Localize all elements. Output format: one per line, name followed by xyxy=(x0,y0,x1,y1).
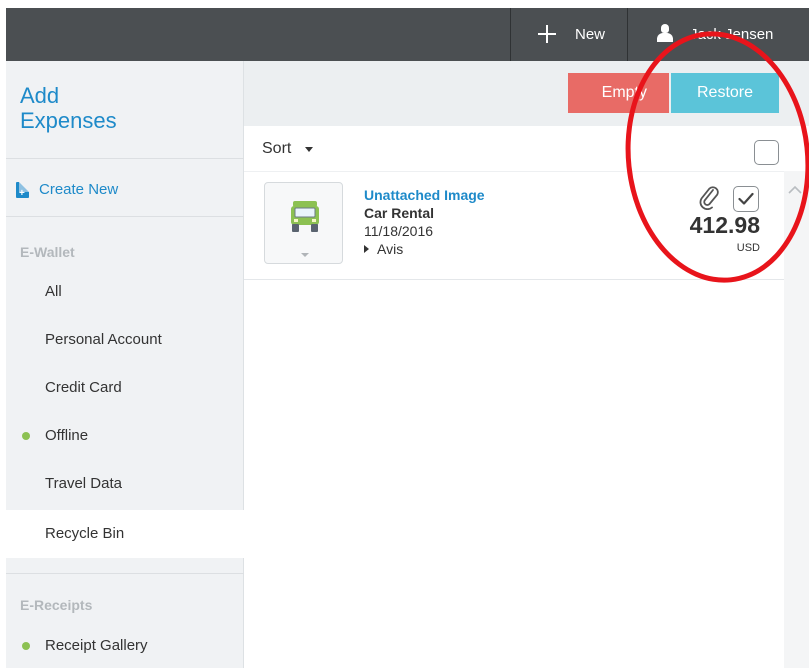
user-menu[interactable]: Jack Jensen xyxy=(634,8,809,61)
expense-date: 11/18/2016 xyxy=(364,223,434,239)
main-panel: Empty Restore Sort Unattached Image Car … xyxy=(244,61,809,668)
vendor-name: Avis xyxy=(377,241,404,257)
sidebar-item-label: Credit Card xyxy=(45,379,122,396)
top-bar: New Jack Jensen xyxy=(6,8,809,61)
sort-label: Sort xyxy=(262,140,292,157)
vendor-toggle[interactable]: Avis xyxy=(364,241,403,257)
sidebar-item-travel-data[interactable]: Travel Data xyxy=(6,460,244,508)
sidebar-item-label: Travel Data xyxy=(45,475,122,492)
caret-down-icon xyxy=(305,146,314,152)
sidebar-item-receipt-gallery[interactable]: Receipt Gallery xyxy=(6,622,244,668)
empty-button[interactable]: Empty xyxy=(568,73,669,113)
image-status-link[interactable]: Unattached Image xyxy=(364,187,485,203)
action-bar: Empty Restore xyxy=(244,61,809,126)
create-new-label: Create New xyxy=(39,181,119,198)
caret-down-icon xyxy=(301,253,309,257)
receipt-thumbnail[interactable] xyxy=(264,182,343,264)
user-name: Jack Jensen xyxy=(690,26,774,43)
ereceipts-heading: E-Receipts xyxy=(20,597,93,613)
status-dot xyxy=(22,642,30,650)
select-all-checkbox[interactable] xyxy=(754,140,779,165)
expense-amount: 412.98 xyxy=(689,212,760,238)
expense-row[interactable]: Unattached Image Car Rental 11/18/2016 A… xyxy=(244,171,784,280)
plus-icon xyxy=(538,25,556,43)
sidebar-item-label: All xyxy=(45,283,62,300)
car-icon xyxy=(291,201,319,232)
scrollbar[interactable] xyxy=(784,171,809,668)
sidebar-item-all[interactable]: All xyxy=(6,268,244,316)
caret-right-icon xyxy=(364,245,369,253)
sort-dropdown[interactable]: Sort xyxy=(262,140,314,158)
sidebar-item-personal-account[interactable]: Personal Account xyxy=(6,316,244,364)
topbar-divider xyxy=(510,8,511,61)
checkmark-icon xyxy=(738,192,754,205)
page-title-line1: Add xyxy=(20,83,60,108)
ewallet-heading: E-Wallet xyxy=(20,244,75,260)
page-title: Add Expenses xyxy=(20,83,220,133)
sidebar: Add Expenses + Create New E-Wallet All P… xyxy=(6,61,244,668)
new-button[interactable]: New xyxy=(517,8,634,61)
add-document-icon: + xyxy=(16,181,29,198)
restore-button[interactable]: Restore xyxy=(671,73,779,113)
row-checkbox[interactable] xyxy=(733,186,759,212)
sort-bar: Sort xyxy=(244,126,809,171)
sidebar-item-recycle-bin[interactable]: Recycle Bin xyxy=(6,510,244,558)
user-icon xyxy=(656,24,674,42)
sidebar-item-credit-card[interactable]: Credit Card xyxy=(6,364,244,412)
page-title-line2: Expenses xyxy=(20,108,117,133)
divider xyxy=(6,158,244,159)
status-dot xyxy=(22,432,30,440)
divider xyxy=(6,573,244,574)
sidebar-item-label: Recycle Bin xyxy=(45,525,125,542)
currency-code: USD xyxy=(736,242,760,254)
chevron-up-icon[interactable] xyxy=(787,185,803,195)
sidebar-item-label: Receipt Gallery xyxy=(45,637,148,654)
topbar-divider xyxy=(627,8,628,61)
create-new-link[interactable]: + Create New xyxy=(16,181,118,198)
new-label: New xyxy=(575,26,606,43)
sidebar-item-label: Offline xyxy=(45,427,89,444)
expense-type: Car Rental xyxy=(364,205,435,221)
sidebar-item-offline[interactable]: Offline xyxy=(6,412,244,460)
paperclip-icon[interactable] xyxy=(698,184,720,210)
divider xyxy=(6,216,244,217)
sidebar-item-label: Personal Account xyxy=(45,331,162,348)
